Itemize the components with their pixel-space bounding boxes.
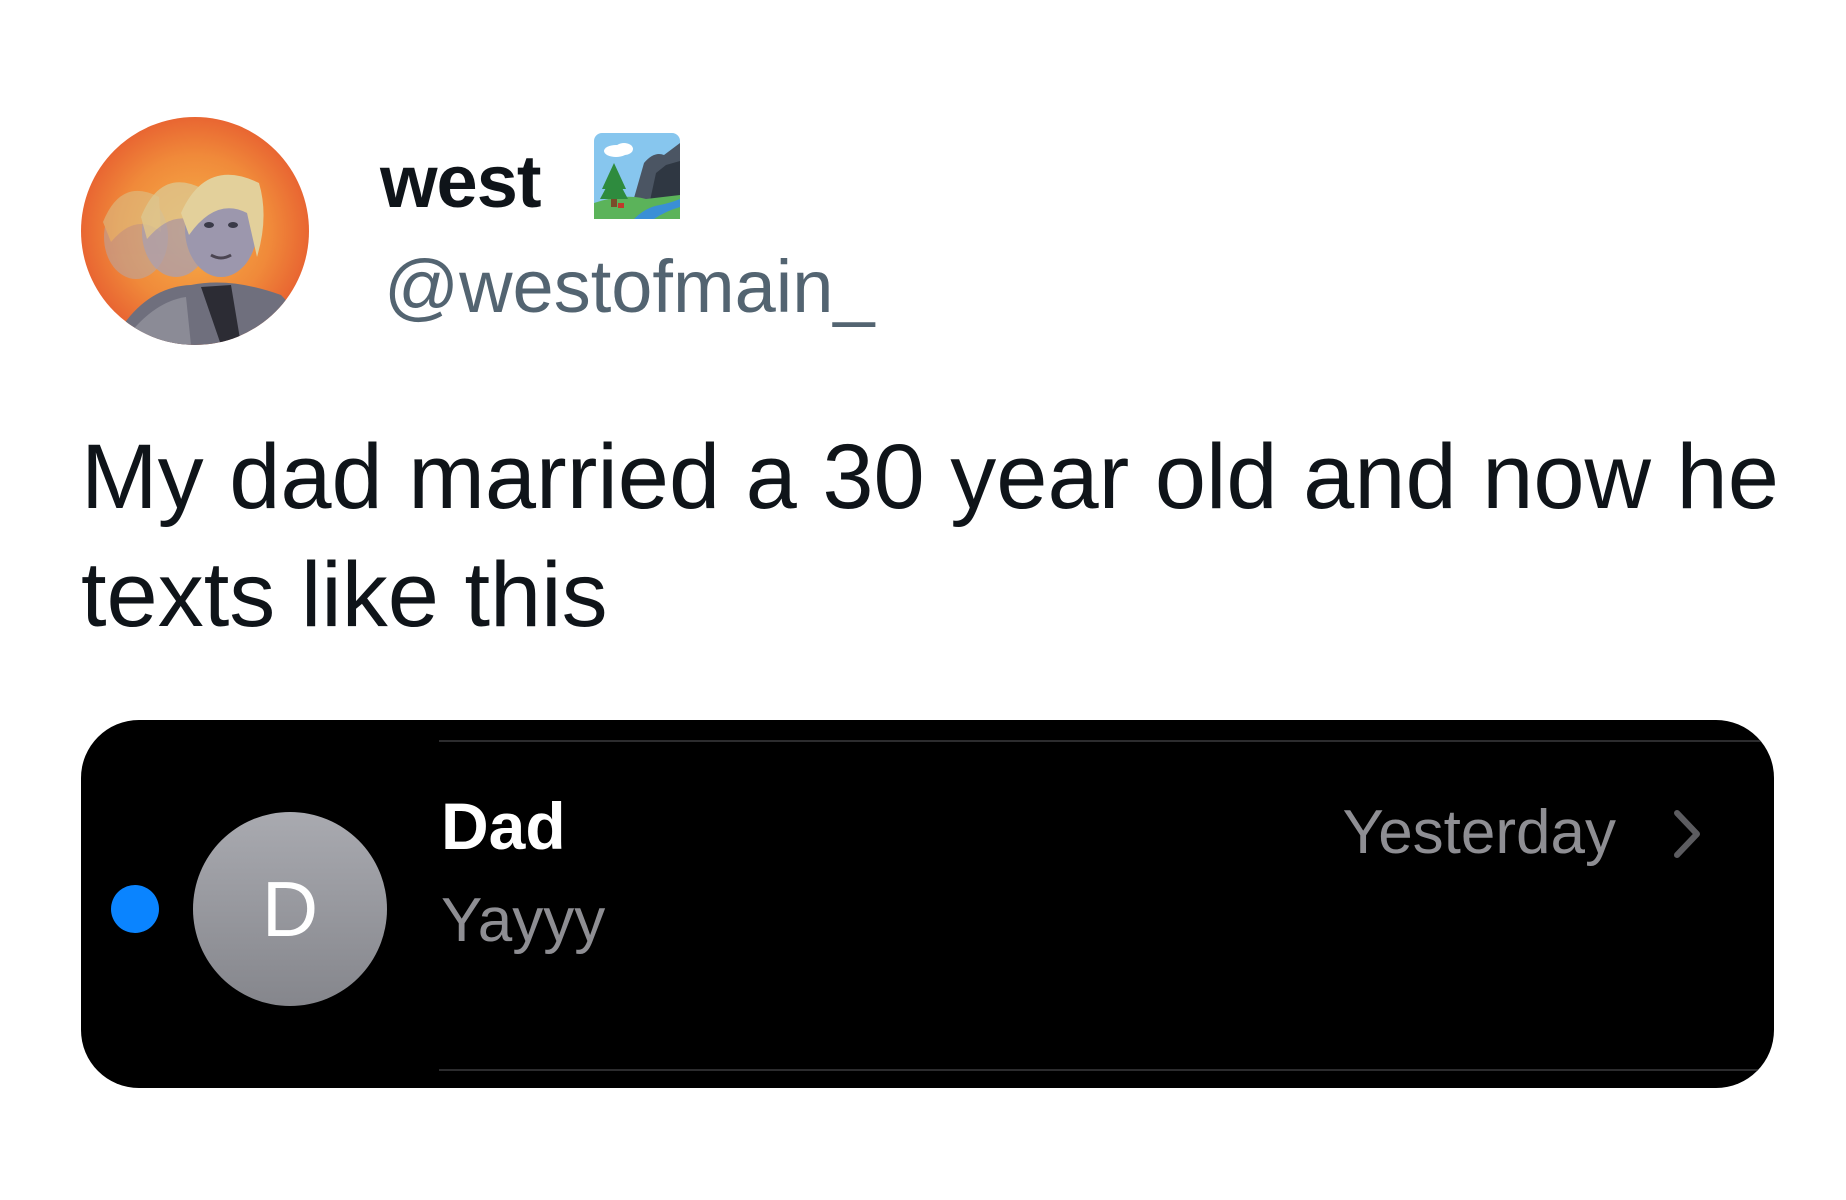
national-park-emoji-icon xyxy=(594,133,680,219)
message-timestamp: Yesterday xyxy=(1342,798,1616,867)
list-divider-bottom xyxy=(439,1069,1774,1071)
tweet-text: My dad married a 30 year old and now he … xyxy=(81,426,1779,646)
message-screenshot-card: D Dad Yayyy Yesterday xyxy=(81,720,1774,1088)
list-divider-top xyxy=(439,740,1774,742)
profile-photo-image xyxy=(81,117,309,345)
unread-indicator-icon xyxy=(111,885,159,933)
profile-avatar[interactable] xyxy=(81,117,309,345)
message-preview: Yayyy xyxy=(441,886,606,955)
author-display-name[interactable]: west xyxy=(380,138,542,226)
chevron-right-icon xyxy=(1672,808,1702,860)
author-handle[interactable]: @westofmain_ xyxy=(384,243,875,331)
contact-avatar: D xyxy=(193,812,387,1006)
contact-name: Dad xyxy=(441,789,566,863)
